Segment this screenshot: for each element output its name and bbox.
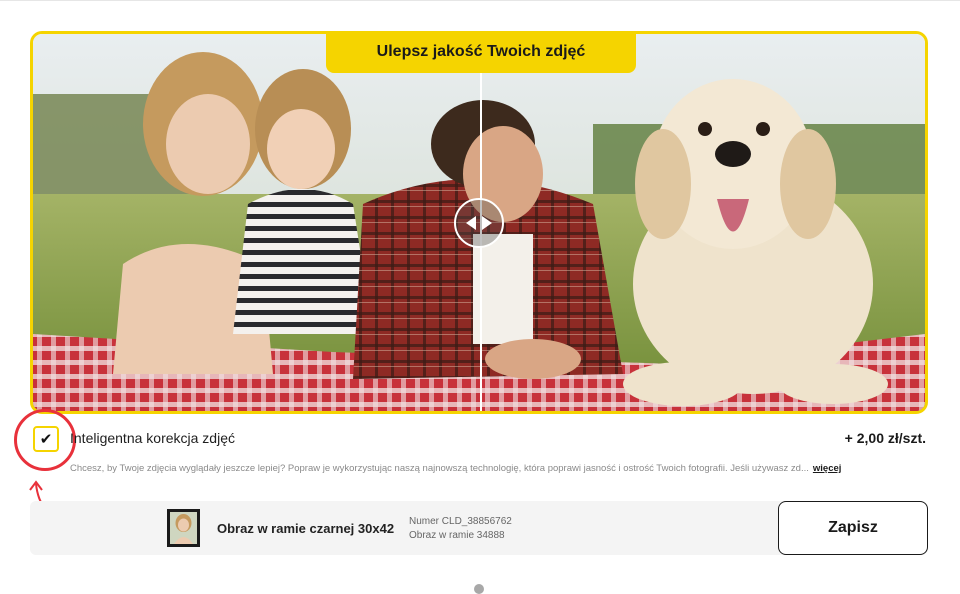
checkmark-icon: ✔ (39, 431, 53, 448)
photo-comparison[interactable]: Ulepsz jakość Twoich zdjęć (30, 31, 928, 414)
option-label: Inteligentna korekcja zdjęć (70, 430, 235, 446)
product-name: Obraz w ramie czarnej 30x42 (217, 521, 395, 536)
scroll-indicator (474, 584, 484, 594)
option-description: Chcesz, by Twoje zdjęcia wyglądały jeszc… (70, 463, 928, 474)
option-price: + 2,00 zł/szt. (844, 430, 926, 446)
top-divider (0, 0, 960, 1)
product-frame: Obraz w ramie 34888 (409, 530, 505, 541)
product-thumbnail (167, 509, 200, 547)
smart-correction-checkbox[interactable]: ✔ (33, 426, 59, 452)
left-right-arrows-icon (466, 216, 492, 230)
save-button[interactable]: Zapisz (778, 501, 928, 555)
comparison-slider-handle[interactable] (454, 198, 504, 248)
banner-title: Ulepsz jakość Twoich zdjęć (326, 34, 636, 73)
product-meta: Numer CLD_38856762 Obraz w ramie 34888 (409, 515, 512, 543)
product-number: Numer CLD_38856762 (409, 516, 512, 527)
description-text: Chcesz, by Twoje zdjęcia wyglądały jeszc… (70, 463, 809, 474)
more-link[interactable]: więcej (813, 463, 842, 474)
photo-thumbnail-icon (170, 512, 197, 544)
